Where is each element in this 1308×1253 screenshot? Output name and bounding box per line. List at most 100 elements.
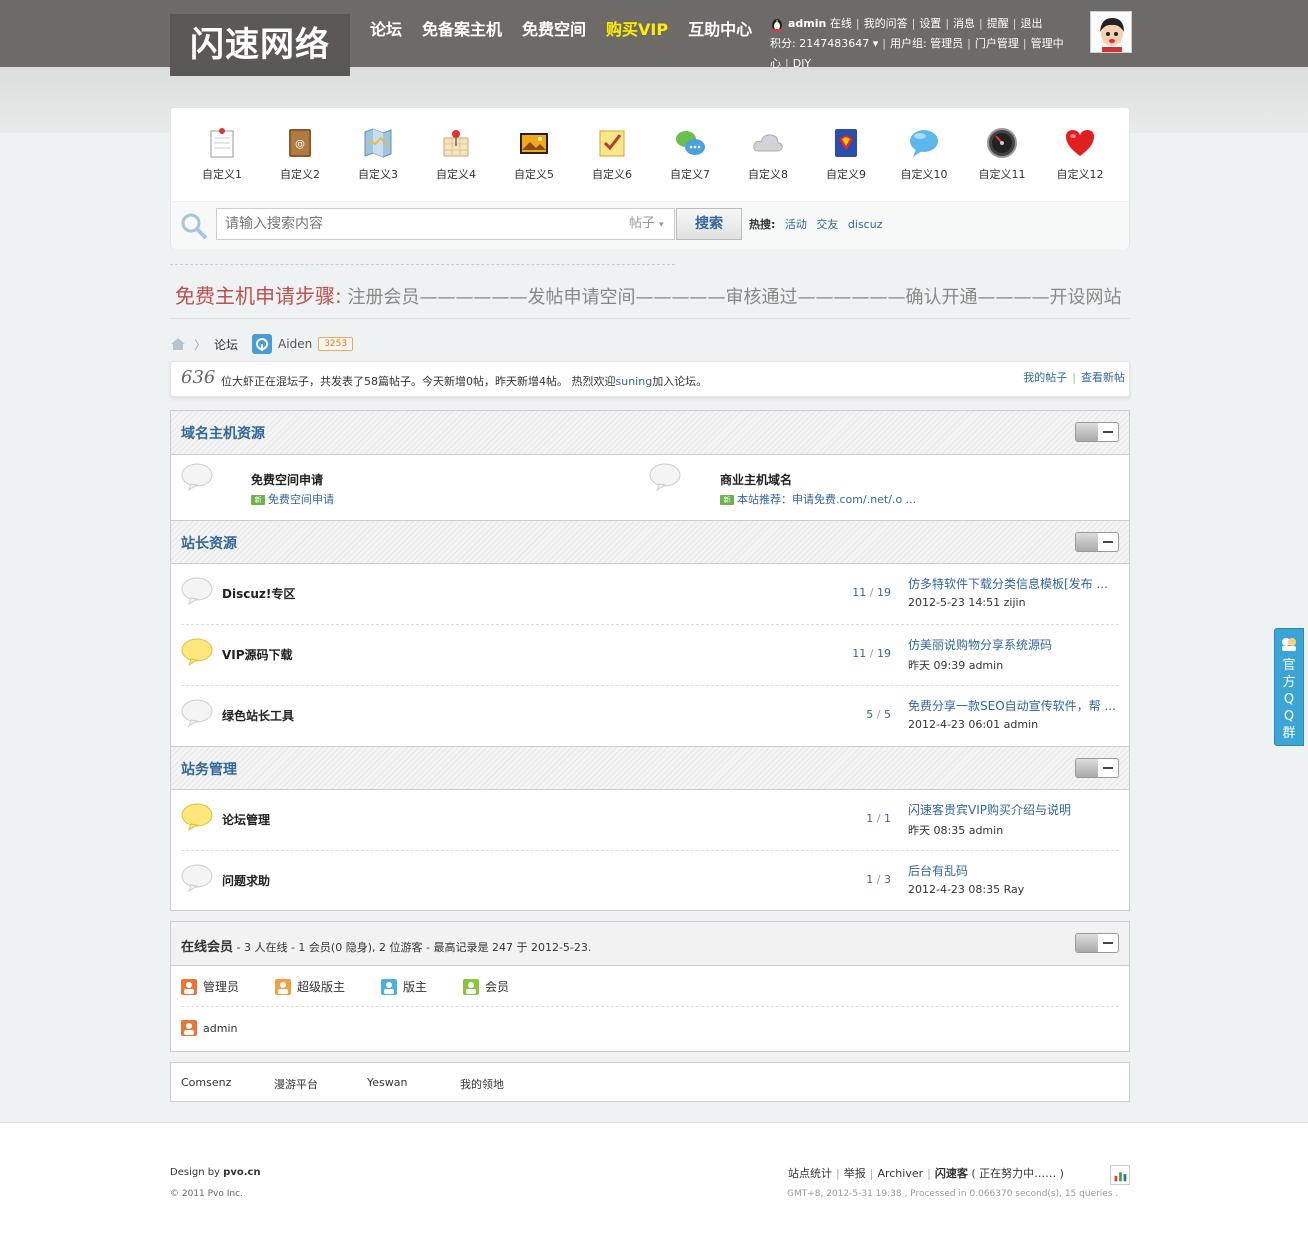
logout-link[interactable]: 退出 xyxy=(1020,17,1042,30)
collapse-toggle[interactable] xyxy=(1075,532,1119,552)
last-post-meta: 2012-4-23 06:01 admin xyxy=(908,718,1039,731)
friend-link[interactable]: Comsenz xyxy=(181,1076,231,1089)
quick-icon-label: 自定义3 xyxy=(358,168,398,181)
category-title[interactable]: 站长资源 xyxy=(181,533,237,553)
search-button[interactable]: 搜索 xyxy=(676,208,742,240)
search-input[interactable] xyxy=(216,208,628,240)
nav-free-host[interactable]: 免备案主机 xyxy=(412,18,512,42)
quick-icon-9[interactable]: 自定义9 xyxy=(807,126,885,182)
design-site-link[interactable]: pvo.cn xyxy=(223,1167,260,1178)
forum-name[interactable]: VIP源码下载 xyxy=(222,646,293,663)
new-icon: 新 xyxy=(720,495,734,505)
nav-help-center[interactable]: 互助中心 xyxy=(678,18,762,42)
user-group-link[interactable]: 用户组: 管理员 xyxy=(890,37,963,50)
footer: Design by pvo.cn © 2011 Pvo Inc. 站点统计 | 举报… xyxy=(0,1122,1308,1253)
last-post-title[interactable]: 后台有乱码 xyxy=(908,862,1123,879)
forum-new-status-icon xyxy=(181,638,213,666)
online-title[interactable]: 在线会员 - 3 人在线 - 1 会员(0 隐身), 2 位游客 - 最高记录是… xyxy=(181,936,591,955)
last-post-meta: 昨天 08:35 admin xyxy=(908,824,1004,837)
quick-icon-2[interactable]: @ 自定义2 xyxy=(261,126,339,182)
stats-links: 我的帖子 | 查看新帖 xyxy=(1023,371,1125,384)
online-member[interactable]: admin xyxy=(181,1020,237,1036)
last-post-user[interactable]: admin xyxy=(969,824,1003,837)
last-post-user[interactable]: admin xyxy=(969,659,1003,672)
last-post-title[interactable]: 闪速客贵宾VIP购买介绍与说明 xyxy=(908,801,1123,818)
settings-link[interactable]: 设置 xyxy=(919,17,941,30)
site-logo[interactable]: 闪速网络 xyxy=(170,14,350,76)
archiver-link[interactable]: Archiver xyxy=(877,1167,923,1180)
forum-name[interactable]: 绿色站长工具 xyxy=(222,707,294,724)
forum-counts: 11 / 19 xyxy=(852,647,891,660)
points-dropdown[interactable]: 积分: 2147483647 ▾ xyxy=(770,37,878,50)
hot-search-link[interactable]: discuz xyxy=(848,218,883,231)
minus-icon xyxy=(1098,533,1118,551)
quick-icon-1[interactable]: 自定义1 xyxy=(183,126,261,182)
steps-text: 注册会员——————发帖申请空间—————审核通过——————确认开通————开… xyxy=(347,287,1122,308)
quick-icon-4[interactable]: 自定义4 xyxy=(417,126,495,182)
my-posts-link[interactable]: 我的帖子 xyxy=(1023,371,1067,384)
quick-icon-10[interactable]: 自定义10 xyxy=(885,126,963,182)
collapse-toggle[interactable] xyxy=(1075,758,1119,778)
collapse-toggle[interactable] xyxy=(1075,933,1119,953)
divider xyxy=(181,1006,1119,1007)
hot-search-link[interactable]: 活动 xyxy=(785,218,807,231)
forum-name[interactable]: 免费空间申请 xyxy=(251,471,323,488)
portal-admin-link[interactable]: 门户管理 xyxy=(975,37,1019,50)
collapse-toggle[interactable] xyxy=(1075,422,1119,442)
forum-counts: 5 / 5 xyxy=(866,708,891,721)
category-title[interactable]: 站务管理 xyxy=(181,759,237,779)
friend-link[interactable]: 我的领地 xyxy=(460,1076,504,1092)
home-icon[interactable] xyxy=(170,337,186,351)
quick-icon-11[interactable]: 自定义11 xyxy=(963,126,1041,182)
last-post-user[interactable]: Ray xyxy=(1004,883,1025,896)
nav-buy-vip[interactable]: 购买VIP xyxy=(596,18,678,42)
search-row: 帖子 ▾ 搜索 热搜: 活动 交友 discuz xyxy=(171,201,1129,249)
hot-search-link[interactable]: 交友 xyxy=(816,218,838,231)
nav-forum[interactable]: 论坛 xyxy=(360,18,412,42)
new-posts-link[interactable]: 查看新帖 xyxy=(1081,371,1125,384)
my-qa-link[interactable]: 我的问答 xyxy=(864,17,908,30)
site-name-link[interactable]: 闪速客 xyxy=(935,1167,968,1180)
username-link[interactable]: admin xyxy=(788,17,826,30)
avatar[interactable] xyxy=(1090,11,1132,53)
quick-icon-5[interactable]: 自定义5 xyxy=(495,126,573,182)
forum-name[interactable]: 商业主机域名 xyxy=(720,471,792,488)
welcome-user-link[interactable]: suning xyxy=(616,375,653,388)
messages-link[interactable]: 消息 xyxy=(953,17,975,30)
quick-icon-7[interactable]: 自定义7 xyxy=(651,126,729,182)
cnzz-stats-icon[interactable] xyxy=(1110,1165,1130,1185)
site-stats-link[interactable]: 站点统计 xyxy=(788,1167,832,1180)
friend-link[interactable]: 漫游平台 xyxy=(274,1076,318,1092)
user-badge-icon xyxy=(252,334,273,354)
forum-name[interactable]: Discuz!专区 xyxy=(222,585,295,602)
quick-icon-12[interactable]: 自定义12 xyxy=(1041,126,1119,182)
online-members: 在线会员 - 3 人在线 - 1 会员(0 隐身), 2 位游客 - 最高记录是… xyxy=(170,921,1130,1052)
quick-icon-label: 自定义7 xyxy=(670,168,710,181)
last-post-meta: 昨天 09:39 admin xyxy=(908,659,1004,672)
last-post-title[interactable]: 免费分享一款SEO自动宣传软件，帮 ... xyxy=(908,697,1123,714)
breadcrumb-forum[interactable]: 论坛 xyxy=(214,336,238,353)
nav-free-space[interactable]: 免费空间 xyxy=(512,18,596,42)
last-post-title[interactable]: 仿多特软件下载分类信息模板[发布 ... xyxy=(908,575,1123,592)
official-qq-group-tab[interactable]: 官方QQ群 xyxy=(1274,628,1304,746)
last-post-title[interactable]: 仿美丽说购物分享系统源码 xyxy=(908,636,1123,653)
breadcrumb-user[interactable]: Aiden xyxy=(278,337,312,351)
forum-name[interactable]: 论坛管理 xyxy=(222,811,270,828)
legend-admin: 管理员 xyxy=(181,978,239,995)
forum-new-post[interactable]: 新免费空间申请 xyxy=(251,491,334,507)
forum-name[interactable]: 问题求助 xyxy=(222,872,270,889)
diy-link[interactable]: DIY xyxy=(793,57,811,70)
quick-icon-label: 自定义6 xyxy=(592,168,632,181)
forum-new-post[interactable]: 新本站推荐：申请免费.com/.net/.o ... xyxy=(720,491,916,507)
search-type-select[interactable]: 帖子 ▾ xyxy=(625,208,675,240)
notifications-link[interactable]: 提醒 xyxy=(987,17,1009,30)
report-link[interactable]: 举报 xyxy=(844,1167,866,1180)
quick-icon-6[interactable]: 自定义6 xyxy=(573,126,651,182)
stats-bar: 636 位大虾正在混坛子，共发表了58篇帖子。今天新增0帖，昨天新增4帖。 热烈… xyxy=(170,361,1130,397)
quick-icon-8[interactable]: 自定义8 xyxy=(729,126,807,182)
category-title[interactable]: 域名主机资源 xyxy=(181,423,265,443)
quick-icon-3[interactable]: 自定义3 xyxy=(339,126,417,182)
friend-link[interactable]: Yeswan xyxy=(367,1076,407,1089)
last-post-user[interactable]: zijin xyxy=(1004,596,1026,609)
last-post-user[interactable]: admin xyxy=(1004,718,1038,731)
